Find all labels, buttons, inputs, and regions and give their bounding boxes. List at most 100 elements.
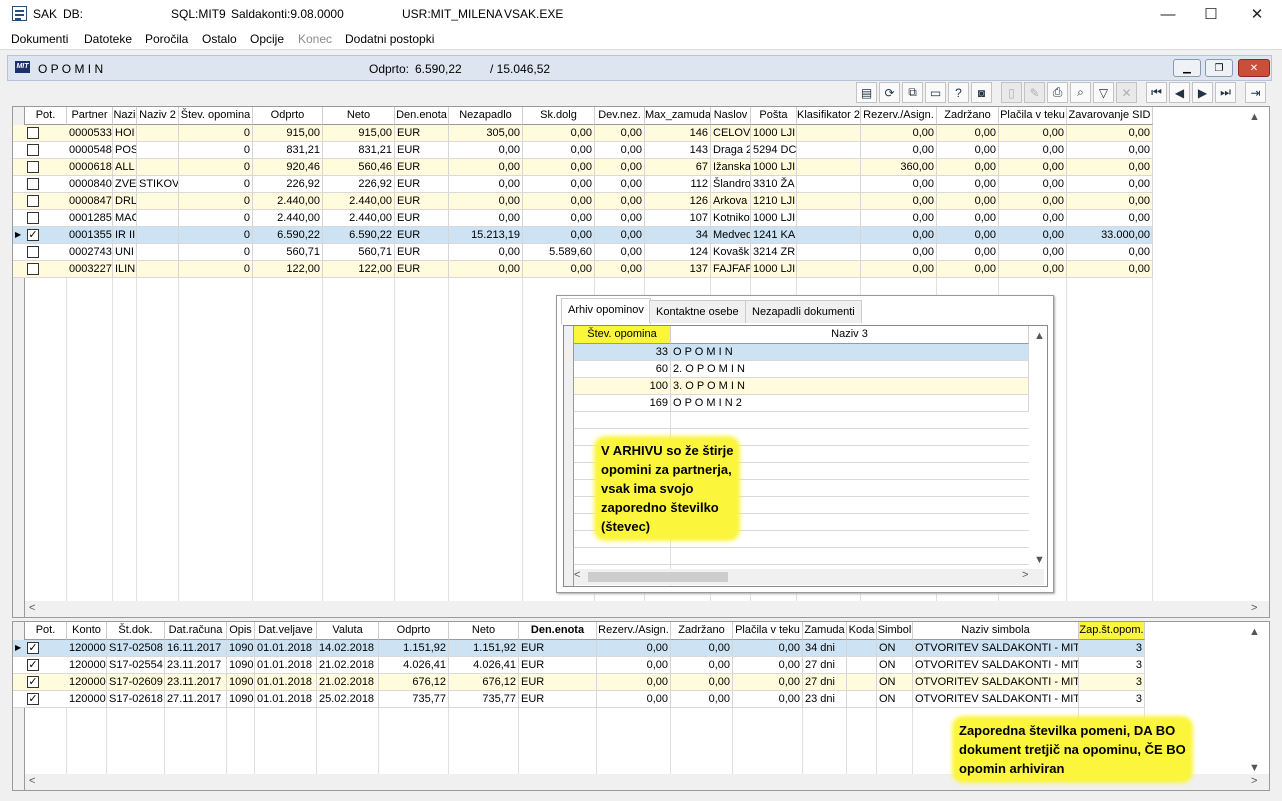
menu-opcije[interactable]: Opcije <box>250 32 284 46</box>
archive-row[interactable]: 100 3. O P O M I N <box>574 378 1029 395</box>
tab-arhiv-opominov[interactable]: Arhiv opominov <box>561 298 651 324</box>
header-opis[interactable]: Opis <box>227 622 255 640</box>
checkbox-icon[interactable]: ✓ <box>27 659 39 671</box>
maximize-button[interactable]: ☐ <box>1188 0 1234 28</box>
child-close-button[interactable]: ✕ <box>1238 59 1270 77</box>
checkbox-icon[interactable] <box>27 144 39 156</box>
partner-row[interactable]: ▶ ✓ 0001355 IR II 0 6.590,22 6.590,22 EUR 15.213… <box>13 227 1153 244</box>
checkbox-icon[interactable]: ✓ <box>27 693 39 705</box>
partner-row[interactable]: 0001285MAC02.440,002.440,00EUR0,000,000,… <box>13 210 1153 227</box>
header-valuta[interactable]: Valuta <box>317 622 379 640</box>
scroll-right-icon[interactable]: > <box>1022 569 1028 581</box>
minimize-button[interactable]: — <box>1145 0 1191 28</box>
checkbox-icon[interactable]: ✓ <box>27 676 39 688</box>
child-minimize-button[interactable]: ▁ <box>1173 59 1201 77</box>
refresh-icon[interactable]: ⟳ <box>879 82 900 103</box>
header-dat-veljave[interactable]: Dat.veljave <box>255 622 317 640</box>
header-pot[interactable]: Pot. <box>25 107 67 125</box>
partner-row[interactable]: 0000847 DRL 0 2.440,00 2.440,00 EUR 0,00 0,00 0,… <box>13 193 1153 210</box>
archive-row[interactable]: 169 O P O M I N 2 <box>574 395 1029 412</box>
search-icon[interactable]: ⌕ <box>1070 82 1091 103</box>
header-dat-racuna[interactable]: Dat.računa <box>165 622 227 640</box>
header-zap-st-opom[interactable]: Zap.št.opom. <box>1079 622 1145 640</box>
checkbox-icon[interactable] <box>27 263 39 275</box>
document-row[interactable]: ▶ ✓ 120000S17-0250816.11.20171090501.01.20… <box>13 640 1145 657</box>
checkbox-icon[interactable] <box>27 246 39 258</box>
partners-hscroll[interactable]: < > <box>25 601 1269 617</box>
header-naziv-2[interactable]: Naziv 2 <box>137 107 179 125</box>
partner-row[interactable]: 0000618 ALL 0 920,46 560,46 EUR 0,00 0,00 0,00 67… <box>13 159 1153 176</box>
archive-hscroll[interactable]: < > <box>574 569 1044 585</box>
menu-ostalo[interactable]: Ostalo <box>202 32 237 46</box>
header-neto[interactable]: Neto <box>449 622 519 640</box>
partner-row[interactable]: 0000840 ZVE STIKOV 0 226,92 226,92 EUR 0,00 0,00… <box>13 176 1153 193</box>
document-row[interactable]: ✓ 120000S17-0261827.11.20171090501.01.201… <box>13 691 1145 708</box>
menu-porocila[interactable]: Poročila <box>145 32 188 46</box>
checkbox-icon[interactable] <box>27 127 39 139</box>
header-odprto[interactable]: Odprto <box>379 622 449 640</box>
print-icon[interactable]: ⎙ <box>1047 82 1068 103</box>
header-placila-v-teku[interactable]: Plačila v teku <box>733 622 803 640</box>
new-record-icon[interactable]: ▯ <box>1001 82 1022 103</box>
header-naslov[interactable]: Naslov <box>711 107 751 125</box>
menu-dokumenti[interactable]: Dokumenti <box>11 32 68 46</box>
scroll-left-icon[interactable]: < <box>574 569 580 581</box>
header-zamuda[interactable]: Zamuda <box>803 622 847 640</box>
partner-row[interactable]: 0000548 POS 0 831,21 831,21 EUR 0,00 0,00 0,00 14… <box>13 142 1153 159</box>
header-stev-opomina[interactable]: Štev. opomina <box>179 107 253 125</box>
checkbox-icon[interactable]: ✓ <box>27 642 39 654</box>
menu-dodatni-postopki[interactable]: Dodatni postopki <box>345 32 434 46</box>
archive-row[interactable]: 60 2. O P O M I N <box>574 361 1029 378</box>
header-neto[interactable]: Neto <box>323 107 395 125</box>
checkbox-icon[interactable] <box>27 178 39 190</box>
checkbox-icon[interactable] <box>27 161 39 173</box>
document-icon[interactable]: ▤ <box>856 82 877 103</box>
scroll-left-icon[interactable]: < <box>29 775 35 787</box>
header-naziv-simbola[interactable]: Naziv simbola <box>913 622 1079 640</box>
close-button[interactable]: ✕ <box>1234 0 1280 28</box>
header-naziv-3[interactable]: Naziv 3 <box>671 326 1029 344</box>
scroll-up-icon[interactable]: ▲ <box>1034 330 1045 342</box>
header-dev-nez[interactable]: Dev.nez. <box>595 107 645 125</box>
header-sk-dolg[interactable]: Sk.dolg <box>523 107 595 125</box>
header-rezerv-asign[interactable]: Rezerv./Asign. <box>597 622 671 640</box>
scroll-right-icon[interactable]: > <box>1251 775 1257 787</box>
copy-icon[interactable]: ⧉ <box>902 82 923 103</box>
header-nazi[interactable]: Nazi <box>113 107 137 125</box>
header-stev-opomina[interactable]: Štev. opomina <box>574 326 671 344</box>
checkbox-icon[interactable] <box>27 195 39 207</box>
child-restore-button[interactable]: ❐ <box>1205 59 1233 77</box>
header-zavarovanje-sid[interactable]: Zavarovanje SID <box>1067 107 1153 125</box>
scroll-right-icon[interactable]: > <box>1251 602 1257 614</box>
header-st-dok[interactable]: Št.dok. <box>107 622 165 640</box>
help-icon[interactable]: ? <box>948 82 969 103</box>
header-den-enota[interactable]: Den.enota <box>395 107 449 125</box>
header-placila-v-teku[interactable]: Plačila v teku <box>999 107 1067 125</box>
clear-filter-icon[interactable]: ✕ <box>1116 82 1137 103</box>
header-zadrzano[interactable]: Zadržano <box>937 107 999 125</box>
exit-icon[interactable]: ⇥ <box>1245 82 1266 103</box>
document-row[interactable]: ✓ 120000S17-0255423.11.20171090501.01.201… <box>13 657 1145 674</box>
next-record-icon[interactable]: ▶ <box>1192 82 1213 103</box>
header-den-enota[interactable]: Den.enota <box>519 622 597 640</box>
document-row[interactable]: ✓ 120000S17-0260923.11.20171090501.01.201… <box>13 674 1145 691</box>
header-zadrzano[interactable]: Zadržano <box>671 622 733 640</box>
scroll-up-icon[interactable]: ▲ <box>1249 626 1260 638</box>
scroll-down-icon[interactable]: ▼ <box>1034 554 1045 566</box>
header-max-zamuda[interactable]: Max_zamuda <box>645 107 711 125</box>
header-nezapadlo[interactable]: Nezapadlo <box>449 107 523 125</box>
partner-row[interactable]: 0003227 ILIN 0 122,00 122,00 EUR 0,00 0,00 0,00 1… <box>13 261 1153 278</box>
header-konto[interactable]: Konto <box>67 622 107 640</box>
header-klasifikator-2[interactable]: Klasifikator 2 <box>797 107 861 125</box>
menu-datoteke[interactable]: Datoteke <box>84 32 132 46</box>
header-rezerv-asign[interactable]: Rezerv./Asign. <box>861 107 937 125</box>
first-record-icon[interactable]: ⏮ <box>1146 82 1167 103</box>
tab-nezapadli-dokumenti[interactable]: Nezapadli dokumenti <box>745 300 862 323</box>
monitor-icon[interactable]: ▭ <box>925 82 946 103</box>
header-posta[interactable]: Pošta <box>751 107 797 125</box>
scroll-down-icon[interactable]: ▼ <box>1249 762 1260 774</box>
previous-record-icon[interactable]: ◀ <box>1169 82 1190 103</box>
tab-kontaktne-osebe[interactable]: Kontaktne osebe <box>649 300 746 323</box>
scroll-left-icon[interactable]: < <box>29 602 35 614</box>
hscroll-thumb[interactable] <box>588 572 728 582</box>
